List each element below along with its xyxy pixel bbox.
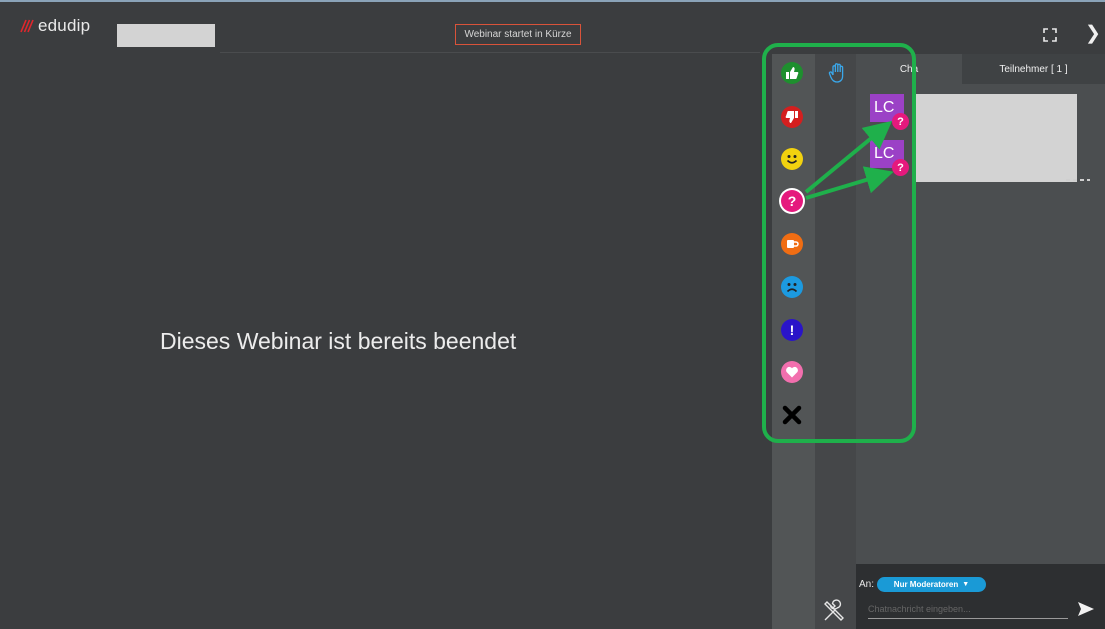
sad-reaction[interactable] [781, 276, 803, 298]
smile-reaction[interactable] [781, 148, 803, 170]
question-mark-icon: ? [787, 193, 797, 209]
tools-icon[interactable] [822, 599, 846, 623]
chat-underline-mark [1066, 179, 1090, 181]
coffee-cup-icon [787, 240, 799, 248]
chat-message-input[interactable] [868, 600, 1068, 619]
recipient-label: An: [859, 579, 875, 590]
edudip-mark-icon [20, 19, 34, 33]
smile-icon [786, 155, 798, 164]
coffee-reaction[interactable] [781, 233, 803, 255]
top-bar: edudip Webinar startet in Kürze ❯ [0, 2, 1105, 52]
question-reaction[interactable]: ? [781, 190, 803, 212]
heart-icon [786, 366, 798, 378]
brand-name: edudip [38, 16, 91, 35]
reactions-toolbar [772, 54, 815, 629]
thumbs-up-icon [786, 67, 799, 79]
raise-hand-icon[interactable] [828, 62, 848, 84]
sad-face-icon [786, 283, 798, 293]
recipient-select[interactable]: Nur Moderatoren ▼ [877, 577, 986, 592]
exclamation-reaction[interactable]: ! [781, 319, 803, 341]
webinar-room: edudip Webinar startet in Kürze ❯ Dieses… [0, 0, 1105, 629]
exclamation-icon: ! [789, 322, 795, 338]
tab-participants[interactable]: Teilnehmer [ 1 ] [962, 54, 1105, 84]
thumbs-down-reaction[interactable] [781, 106, 803, 128]
redacted-chat-content [915, 94, 1077, 182]
hand-raise-column [815, 54, 856, 629]
question-badge-icon: ? [892, 159, 909, 176]
thumbs-down-icon [785, 111, 798, 123]
header-divider [220, 52, 760, 53]
heart-reaction[interactable] [781, 361, 803, 383]
fullscreen-icon[interactable] [1043, 28, 1057, 42]
question-badge-icon: ? [892, 113, 909, 130]
collapse-sidebar-icon[interactable]: ❯ [1085, 24, 1101, 44]
webinar-status-label: Webinar startet in Kürze [455, 24, 581, 45]
recipient-value: Nur Moderatoren [893, 580, 959, 589]
chevron-down-icon: ▼ [962, 581, 970, 588]
webinar-ended-message: Dieses Webinar ist bereits beendet [160, 328, 517, 354]
thumbs-up-reaction[interactable] [781, 62, 803, 84]
close-icon [782, 405, 802, 425]
redacted-webinar-title [117, 24, 215, 47]
chat-compose-area [856, 564, 1105, 629]
tab-chat[interactable]: Cha [856, 54, 962, 84]
send-icon[interactable] [1077, 601, 1095, 617]
clear-reaction[interactable] [781, 404, 803, 426]
edudip-logo: edudip [20, 16, 90, 36]
